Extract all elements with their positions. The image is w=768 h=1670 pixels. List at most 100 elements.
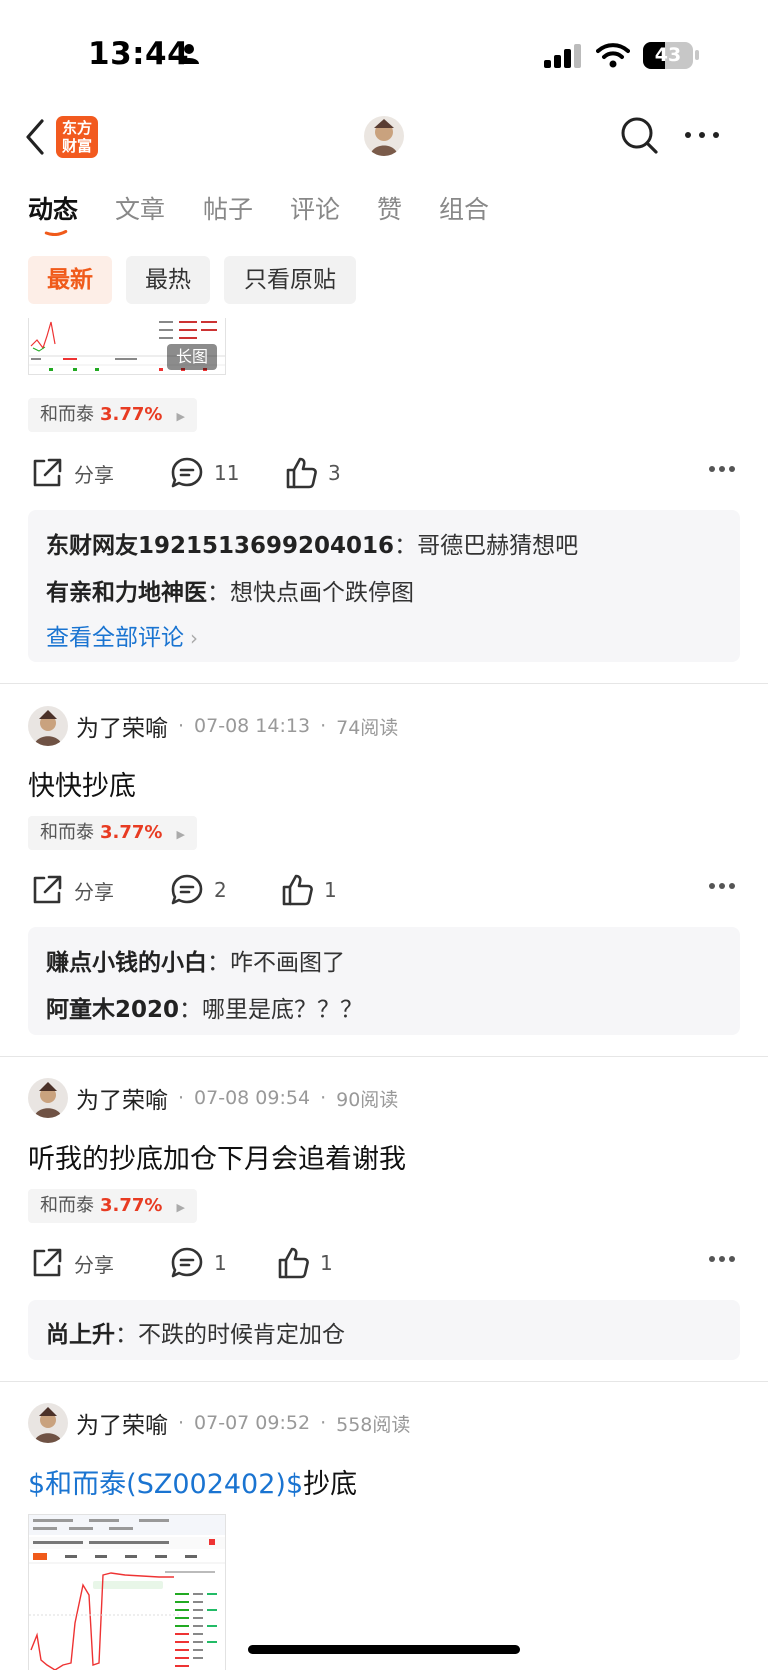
author-name[interactable]: 为了荣喻 xyxy=(76,1081,168,1115)
post-text[interactable]: $和而泰(SZ002402)$抄底 xyxy=(28,1462,357,1501)
stock-name: 和而泰 xyxy=(40,822,94,843)
post-more-icon[interactable] xyxy=(708,882,736,890)
share-button[interactable]: 分享 xyxy=(30,1243,114,1283)
post-image[interactable]: 长图 xyxy=(28,318,226,375)
tab-posts[interactable]: 帖子 xyxy=(203,190,253,226)
search-icon[interactable] xyxy=(620,116,660,156)
play-arrow-icon: ▶ xyxy=(176,828,185,841)
more-icon[interactable] xyxy=(684,130,720,140)
view-all-comments-link[interactable]: 查看全部评论 › xyxy=(46,618,198,652)
share-label: 分享 xyxy=(74,462,114,487)
stock-change: 3.77% xyxy=(100,404,163,425)
status-bar: 13:44 43 xyxy=(0,0,768,110)
post-reads: 558阅读 xyxy=(336,1413,411,1436)
meta-dot: · xyxy=(320,1087,327,1109)
like-count: 1 xyxy=(324,878,337,902)
battery-icon: 43 xyxy=(643,42,693,69)
comment-separator: ： xyxy=(115,1322,138,1348)
status-time: 13:44 xyxy=(88,36,190,72)
comment-icon xyxy=(171,874,203,905)
comment-user[interactable]: 尚上升 xyxy=(46,1322,115,1348)
stock-mention-link[interactable]: $和而泰(SZ002402)$ xyxy=(28,1469,303,1500)
comment-separator: ： xyxy=(207,580,230,606)
share-button[interactable]: 分享 xyxy=(30,870,114,910)
meta-dot: · xyxy=(320,1412,327,1434)
meta-dot: · xyxy=(178,1412,185,1434)
tab-comments[interactable]: 评论 xyxy=(290,190,340,226)
post-author-row: 为了荣喻 · 07-07 09:52 · 558阅读 xyxy=(28,1401,410,1445)
post-reads: 74阅读 xyxy=(336,716,399,739)
meta-dot: · xyxy=(178,715,185,737)
stock-tag[interactable]: 和而泰 3.77% ▶ xyxy=(28,1189,197,1223)
person-icon xyxy=(179,44,199,64)
cellular-signal-icon xyxy=(544,44,581,68)
back-icon[interactable] xyxy=(24,118,46,156)
comment-preview[interactable]: 赚点小钱的小白：咋不画图了 阿童木2020：哪里是底？？？ xyxy=(28,927,740,1035)
comment-button[interactable]: 11 xyxy=(170,453,239,493)
comment-separator: ： xyxy=(394,533,418,559)
share-label: 分享 xyxy=(74,1252,114,1277)
avatar[interactable] xyxy=(28,1403,68,1443)
share-icon xyxy=(33,875,62,904)
like-button[interactable]: 3 xyxy=(284,453,341,493)
header-avatar[interactable] xyxy=(364,116,404,156)
logo-line-2: 财富 xyxy=(61,137,92,155)
comment-item: 尚上升：不跌的时候肯定加仓 xyxy=(46,1315,345,1349)
stock-tag[interactable]: 和而泰 3.77% ▶ xyxy=(28,398,197,432)
app-logo[interactable]: 东方 财富 xyxy=(56,116,98,158)
tab-articles[interactable]: 文章 xyxy=(115,190,165,226)
comment-button[interactable]: 1 xyxy=(170,1243,227,1283)
post-divider xyxy=(0,1056,768,1057)
tab-portfolio[interactable]: 组合 xyxy=(439,190,489,226)
share-button[interactable]: 分享 xyxy=(30,453,114,493)
comment-count: 2 xyxy=(214,878,227,902)
comment-preview[interactable]: 尚上升：不跌的时候肯定加仓 xyxy=(28,1300,740,1360)
filter-latest[interactable]: 最新 xyxy=(28,256,112,304)
author-name[interactable]: 为了荣喻 xyxy=(76,709,168,743)
comment-item: 阿童木2020：哪里是底？？？ xyxy=(46,990,363,1024)
post-text[interactable]: 听我的抄底加仓下月会追着谢我 xyxy=(28,1137,406,1176)
post-reads: 90阅读 xyxy=(336,1088,399,1111)
filter-original-only[interactable]: 只看原贴 xyxy=(224,256,356,304)
stock-change: 3.77% xyxy=(100,822,163,843)
comment-user[interactable]: 阿童木2020 xyxy=(46,997,179,1023)
comment-separator: ： xyxy=(207,950,230,976)
author-name[interactable]: 为了荣喻 xyxy=(76,1406,168,1440)
thumbs-up-icon xyxy=(282,874,313,906)
comment-user[interactable]: 东财网友1921513699204016 xyxy=(46,533,394,559)
nav-bar: 东方 财富 xyxy=(0,110,768,182)
play-arrow-icon: ▶ xyxy=(176,1201,185,1214)
like-button[interactable]: 1 xyxy=(276,1243,333,1283)
battery-level: 43 xyxy=(654,44,682,66)
post-divider xyxy=(0,1381,768,1382)
view-all-label: 查看全部评论 xyxy=(46,625,184,651)
meta-dot: · xyxy=(320,715,327,737)
comment-text: 哪里是底？？？ xyxy=(202,997,364,1023)
comment-preview[interactable]: 东财网友1921513699204016：哥德巴赫猜想吧 有亲和力地神医：想快点… xyxy=(28,510,740,662)
tab-bar: 动态 文章 帖子 评论 赞 组合 xyxy=(0,182,768,242)
tab-dynamics[interactable]: 动态 xyxy=(28,190,78,226)
comment-button[interactable]: 2 xyxy=(170,870,227,910)
post-image[interactable] xyxy=(28,1514,226,1670)
post-actions: 分享 1 1 xyxy=(0,1243,768,1283)
comment-icon xyxy=(171,1247,203,1278)
comment-user[interactable]: 赚点小钱的小白 xyxy=(46,950,207,976)
like-count: 1 xyxy=(320,1251,333,1275)
filter-hottest[interactable]: 最热 xyxy=(126,256,210,304)
comment-count: 1 xyxy=(214,1251,227,1275)
stock-name: 和而泰 xyxy=(40,1195,94,1216)
post-more-icon[interactable] xyxy=(708,465,736,473)
stock-name: 和而泰 xyxy=(40,404,94,425)
tab-likes[interactable]: 赞 xyxy=(377,190,402,226)
post-more-icon[interactable] xyxy=(708,1255,736,1263)
post-time: 07-08 09:54 xyxy=(194,1087,311,1109)
stock-tag[interactable]: 和而泰 3.77% ▶ xyxy=(28,816,197,850)
post-text[interactable]: 快快抄底 xyxy=(28,764,136,803)
avatar[interactable] xyxy=(28,1078,68,1118)
comment-text: 哥德巴赫猜想吧 xyxy=(417,533,579,559)
like-button[interactable]: 1 xyxy=(280,870,337,910)
avatar[interactable] xyxy=(28,706,68,746)
comment-user[interactable]: 有亲和力地神医 xyxy=(46,580,207,606)
home-indicator[interactable] xyxy=(248,1645,520,1654)
share-label: 分享 xyxy=(74,879,114,904)
